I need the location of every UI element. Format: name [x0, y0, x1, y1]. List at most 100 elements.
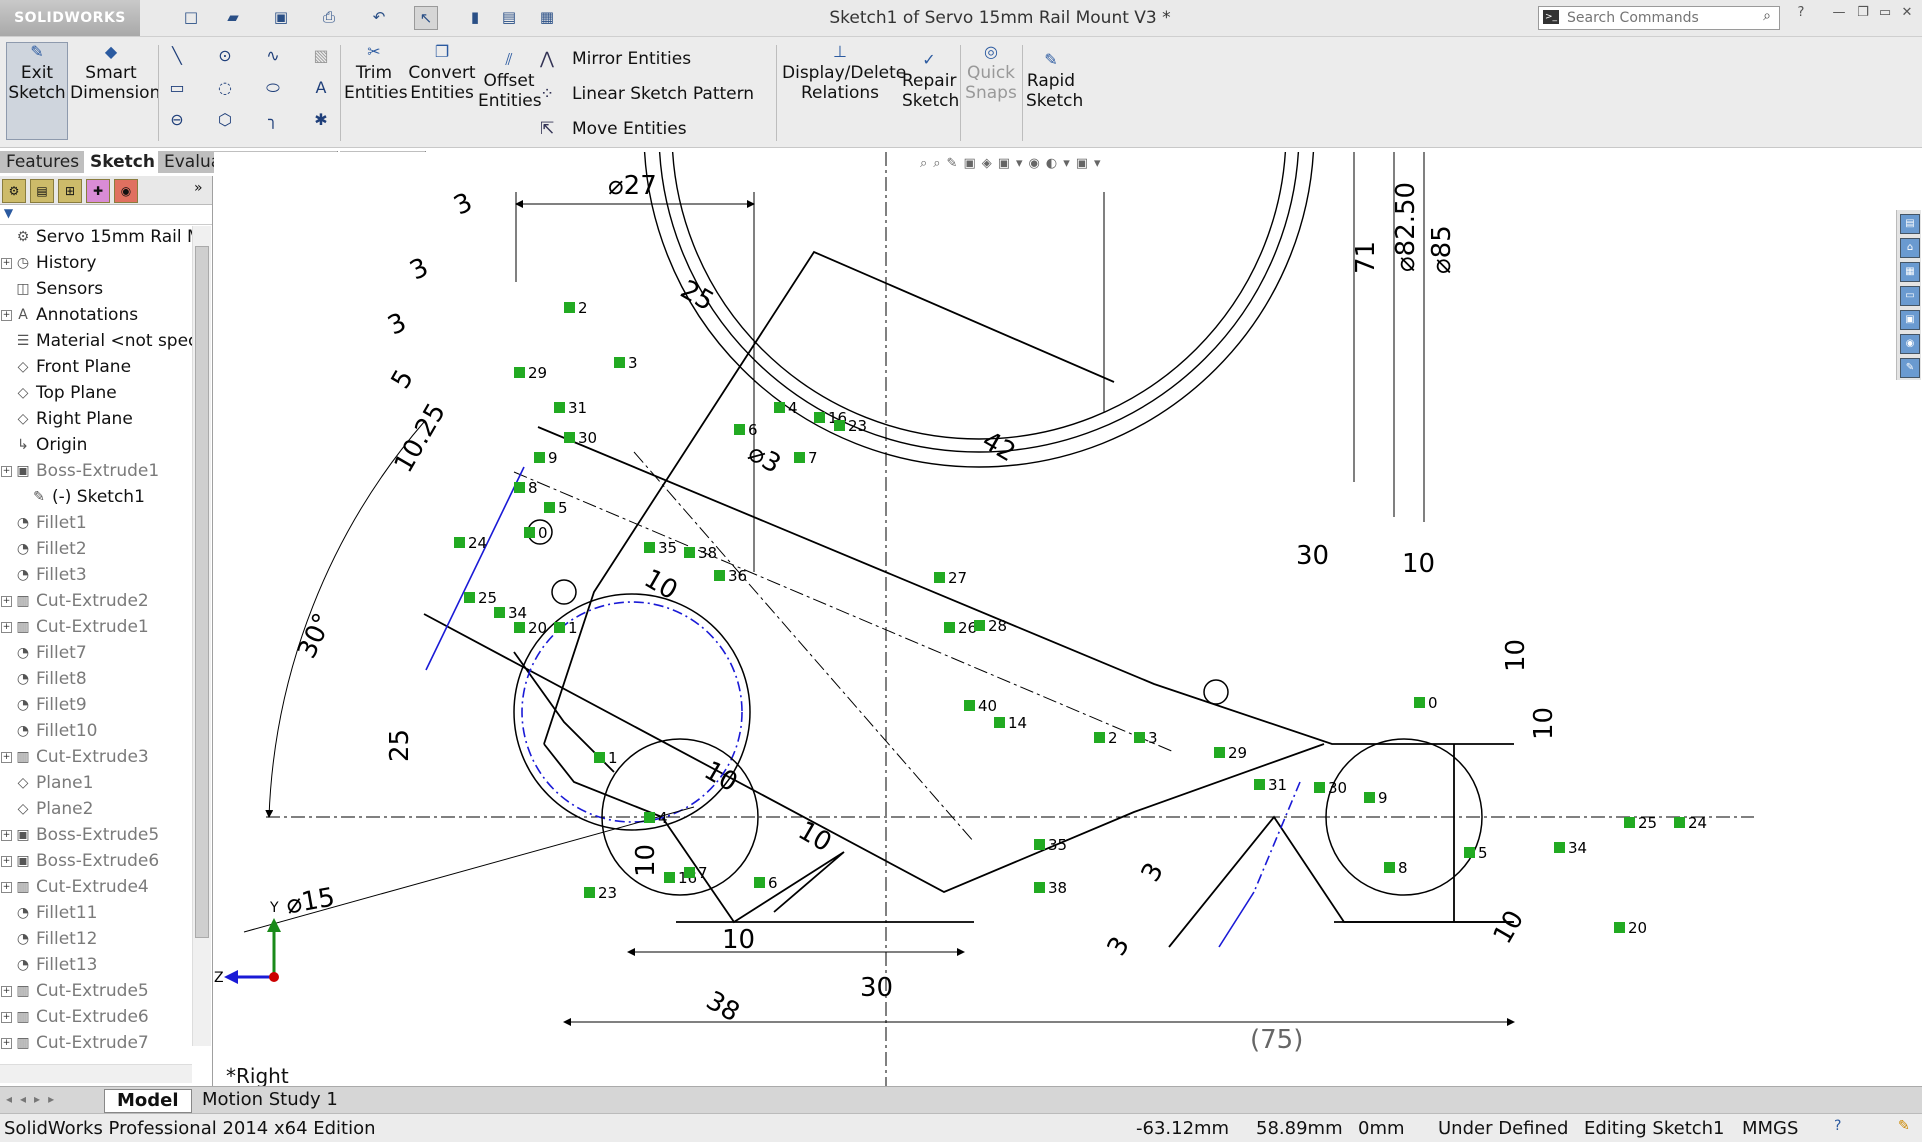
convert-entities-button[interactable]: ❐ Convert Entities — [408, 43, 476, 104]
feature-manager-tab-icon[interactable]: ⚙ — [2, 179, 26, 203]
select-pointer-icon[interactable]: ↖ — [414, 6, 438, 30]
filter-icon[interactable]: ▼ — [0, 206, 212, 225]
quick-snaps-button[interactable]: ◎ Quick Snaps — [964, 43, 1018, 104]
view-palette-icon[interactable]: ▣ — [1900, 310, 1920, 330]
relation-marker[interactable] — [974, 620, 985, 631]
tree-item[interactable]: + ▥ Cut-Extrude4 — [0, 876, 192, 900]
spline-tool-icon[interactable]: ∿ — [262, 45, 284, 67]
arc-tool-icon[interactable]: ◌ — [214, 77, 236, 99]
dimxpert-tab-icon[interactable]: ✚ — [86, 179, 110, 203]
tree-item[interactable]: + ◷ History — [0, 252, 192, 276]
relation-marker[interactable] — [534, 452, 545, 463]
dimension-dia27[interactable]: ⌀27 — [608, 171, 657, 201]
expand-icon[interactable]: + — [1, 622, 12, 633]
expand-icon[interactable]: + — [1, 1038, 12, 1049]
expand-icon[interactable]: + — [1, 856, 12, 867]
open-folder-icon[interactable]: ▰ — [222, 6, 244, 28]
relation-marker[interactable] — [834, 420, 845, 431]
relation-marker[interactable] — [644, 542, 655, 553]
search-commands[interactable]: >_ ⌕ — [1538, 6, 1780, 30]
circle-tool-icon[interactable]: ⊙ — [214, 45, 236, 67]
file-explorer-icon[interactable]: ▭ — [1900, 286, 1920, 306]
expand-icon[interactable]: + — [1, 596, 12, 607]
relation-marker[interactable] — [554, 402, 565, 413]
relation-marker[interactable] — [514, 367, 525, 378]
dimension-30a[interactable]: 30 — [860, 973, 893, 1003]
tree-item[interactable]: ⚙ Servo 15mm Rail Mo — [0, 226, 192, 250]
tree-item[interactable]: ◇ Plane1 — [0, 772, 192, 796]
tree-item[interactable]: + ▥ Cut-Extrude5 — [0, 980, 192, 1004]
dimension-30-deg[interactable]: 30° — [292, 609, 339, 663]
dimension-75-driven[interactable]: (75) — [1250, 1025, 1303, 1055]
tab-features[interactable]: Features — [0, 151, 87, 173]
options-icon[interactable]: ▦ — [536, 6, 558, 28]
relation-marker[interactable] — [514, 622, 525, 633]
relation-marker[interactable] — [564, 432, 575, 443]
search-icon[interactable]: ⌕ — [1763, 8, 1771, 24]
tree-horizontal-scrollbar[interactable] — [0, 1064, 192, 1083]
tab-sketch[interactable]: Sketch — [84, 151, 162, 173]
relation-marker[interactable] — [1464, 847, 1475, 858]
expand-icon[interactable]: + — [1, 882, 12, 893]
home-icon[interactable]: ⌂ — [1900, 238, 1920, 258]
tree-item[interactable]: ◇ Right Plane — [0, 408, 192, 432]
tree-item[interactable]: ✎ (-) Sketch1 — [0, 486, 192, 510]
tile-icon[interactable]: ▭ — [1876, 4, 1894, 22]
tree-item[interactable]: ◔ Fillet1 — [0, 512, 192, 536]
tree-item[interactable]: + ▥ Cut-Extrude2 — [0, 590, 192, 614]
tab-model[interactable]: Model — [104, 1089, 192, 1113]
relation-marker[interactable] — [814, 412, 825, 423]
appearances-icon[interactable]: ◉ — [1900, 334, 1920, 354]
sketch-drawing[interactable]: ⌀27 3 3 3 5 10.25 25 42 ⌀3 10 30° 25 ⌀15… — [214, 152, 1900, 1086]
tree-item[interactable]: ◇ Plane2 — [0, 798, 192, 822]
relation-marker[interactable] — [594, 752, 605, 763]
exit-sketch-button[interactable]: ✎ Exit Sketch — [6, 42, 68, 140]
tree-item[interactable]: + ▥ Cut-Extrude6 — [0, 1006, 192, 1030]
dimension-25b[interactable]: 25 — [385, 729, 415, 762]
relation-marker[interactable] — [1094, 732, 1105, 743]
text-tool-icon[interactable]: A — [310, 77, 332, 99]
expand-icon[interactable]: + — [1, 986, 12, 997]
tree-item[interactable]: ◔ Fillet2 — [0, 538, 192, 562]
property-manager-tab-icon[interactable]: ▤ — [30, 179, 54, 203]
dimension-dia3[interactable]: ⌀3 — [743, 438, 786, 480]
tree-item[interactable]: ◔ Fillet12 — [0, 928, 192, 952]
graphics-area[interactable]: ⌀27 3 3 3 5 10.25 25 42 ⌀3 10 30° 25 ⌀15… — [214, 152, 1900, 1086]
relation-marker[interactable] — [964, 700, 975, 711]
tree-item[interactable]: + ▥ Cut-Extrude1 — [0, 616, 192, 640]
close-icon[interactable]: ✕ — [1898, 4, 1916, 22]
relation-marker[interactable] — [464, 592, 475, 603]
mirror-entities-button[interactable]: ⋀ Mirror Entities — [540, 49, 691, 69]
tree-item[interactable]: ◔ Fillet11 — [0, 902, 192, 926]
relation-marker[interactable] — [614, 357, 625, 368]
relation-marker[interactable] — [564, 302, 575, 313]
expand-icon[interactable]: + — [1, 310, 12, 321]
trim-entities-button[interactable]: ✂ Trim Entities — [344, 43, 408, 104]
expand-icon[interactable]: + — [1, 1012, 12, 1023]
relation-marker[interactable] — [664, 872, 675, 883]
hatch-tool-icon[interactable]: ▧ — [310, 45, 332, 67]
relation-marker[interactable] — [934, 572, 945, 583]
move-entities-button[interactable]: ⇱ Move Entities — [540, 119, 687, 139]
dimension-42[interactable]: 42 — [977, 426, 1021, 469]
relation-marker[interactable] — [1364, 792, 1375, 803]
relation-marker[interactable] — [1214, 747, 1225, 758]
relation-marker[interactable] — [1134, 732, 1145, 743]
rebuild-icon[interactable]: ▮ — [464, 6, 486, 28]
relation-marker[interactable] — [584, 887, 595, 898]
relation-marker[interactable] — [524, 527, 535, 538]
dimension-dia82-50[interactable]: ⌀82.50 — [1391, 182, 1421, 272]
new-document-icon[interactable]: □ — [180, 6, 202, 28]
rapid-sketch-button[interactable]: ✎ Rapid Sketch — [1026, 51, 1083, 112]
tree-item[interactable]: ◔ Fillet13 — [0, 954, 192, 978]
relation-marker[interactable] — [794, 452, 805, 463]
rectangle-tool-icon[interactable]: ▭ — [166, 77, 188, 99]
tree-item[interactable]: ◔ Fillet8 — [0, 668, 192, 692]
tree-item[interactable]: ◔ Fillet7 — [0, 642, 192, 666]
display-manager-tab-icon[interactable]: ◉ — [114, 179, 138, 203]
relation-marker[interactable] — [684, 867, 695, 878]
repair-sketch-button[interactable]: ✓ Repair Sketch — [902, 51, 959, 112]
relation-marker[interactable] — [754, 877, 765, 888]
tree-item[interactable]: ↳ Origin — [0, 434, 192, 458]
tree-item[interactable]: ◇ Top Plane — [0, 382, 192, 406]
